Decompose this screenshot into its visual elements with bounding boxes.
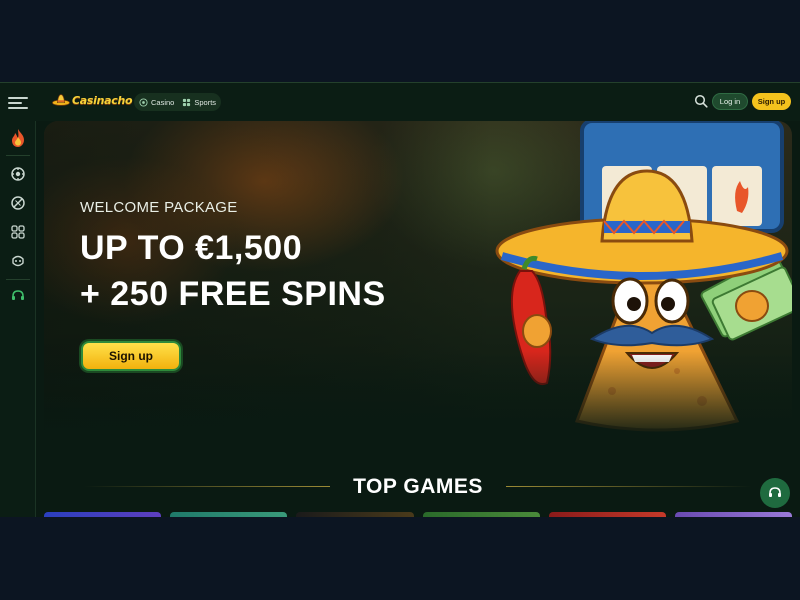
sports-icon <box>183 98 191 106</box>
sidebar-divider <box>6 279 30 280</box>
game-tile[interactable] <box>170 512 288 517</box>
flame-icon[interactable] <box>7 127 29 149</box>
nav-sports-label: Sports <box>194 97 217 107</box>
hero-kicker: WELCOME PACKAGE <box>80 199 238 216</box>
top-games-row <box>44 512 793 517</box>
hero-headline-line2: + 250 FREE SPINS <box>80 275 386 313</box>
top-games-header: TOP GAMES <box>44 473 792 499</box>
hero-signup-button[interactable]: Sign up <box>81 341 181 371</box>
game-tile[interactable] <box>422 512 540 517</box>
divider-line <box>506 486 752 487</box>
headset-icon <box>769 487 781 497</box>
casino-chip-icon <box>139 97 148 107</box>
top-bar: Casinacho Casino Sports Log in Sign up <box>0 83 800 121</box>
games-icon[interactable] <box>10 253 26 269</box>
logo[interactable]: Casinacho <box>52 91 133 109</box>
game-tile[interactable] <box>44 512 162 517</box>
sports-ball-icon[interactable] <box>10 195 26 211</box>
support-chat-button[interactable] <box>760 478 790 508</box>
casino-chip-icon[interactable] <box>10 166 26 182</box>
sidebar-divider <box>6 155 30 156</box>
sidebar <box>0 121 36 517</box>
login-button[interactable]: Log in <box>712 93 748 110</box>
game-tile[interactable] <box>296 512 414 517</box>
support-icon[interactable] <box>10 288 26 304</box>
search-icon[interactable] <box>694 94 708 108</box>
live-casino-icon[interactable] <box>10 224 26 240</box>
game-tile[interactable] <box>548 512 666 517</box>
hero-banner: WELCOME PACKAGE UP TO €1,500 + 250 FREE … <box>44 121 792 441</box>
nav-casino-label: Casino <box>151 97 175 107</box>
menu-icon[interactable] <box>8 94 28 110</box>
top-games-title: TOP GAMES <box>353 475 483 498</box>
main-nav: Casino Sports <box>134 93 222 111</box>
hero-headline-line1: UP TO €1,500 <box>80 229 303 267</box>
app-frame: Casinacho Casino Sports Log in Sign up W… <box>0 82 800 517</box>
nav-casino[interactable]: Casino <box>139 98 174 107</box>
sombrero-logo-icon <box>52 94 70 106</box>
logo-text: Casinacho <box>72 93 133 107</box>
signup-button[interactable]: Sign up <box>752 93 791 110</box>
game-tile[interactable] <box>674 512 793 517</box>
nav-sports[interactable]: Sports <box>182 98 216 107</box>
